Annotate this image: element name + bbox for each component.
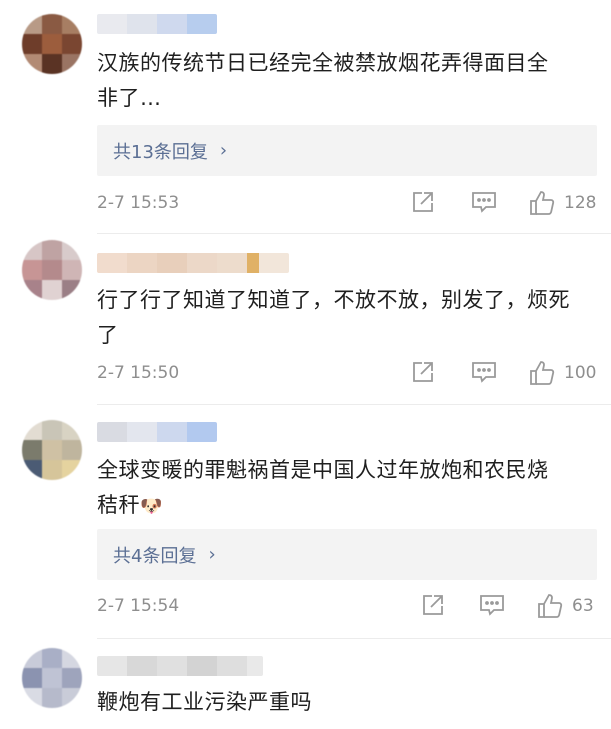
username[interactable] bbox=[97, 422, 217, 442]
like-button[interactable]: 63 bbox=[536, 592, 594, 620]
dog-emoji: 🐶 bbox=[140, 495, 163, 517]
chevron-right-icon: › bbox=[219, 140, 228, 161]
share-icon bbox=[413, 192, 433, 212]
timestamp: 2-7 15:53 bbox=[97, 193, 180, 213]
comment-icon bbox=[472, 192, 496, 213]
comment-button[interactable] bbox=[470, 189, 498, 215]
comment-text: 鞭炮有工业污染严重吗 bbox=[97, 690, 312, 714]
divider bbox=[97, 233, 611, 234]
chevron-right-icon: › bbox=[208, 544, 216, 565]
thumbs-up-icon bbox=[538, 594, 563, 618]
username[interactable] bbox=[97, 14, 217, 34]
comment-text: 全球变暖的罪魁祸首是中国人过年放炮和农民烧 秸秆🐶 bbox=[97, 453, 597, 524]
share-icon bbox=[423, 595, 443, 615]
comment-icon bbox=[480, 595, 504, 616]
avatar[interactable] bbox=[22, 240, 82, 300]
divider bbox=[97, 638, 611, 639]
avatar[interactable] bbox=[22, 14, 82, 74]
comment-text: 行了行了知道了知道了，不放不放，别发了，烦死 了 bbox=[97, 288, 570, 347]
comment-meta: 2-7 15:53 128 bbox=[97, 189, 597, 219]
comment-meta: 2-7 15:54 63 bbox=[97, 592, 597, 622]
like-count: 63 bbox=[572, 596, 594, 616]
comment-meta: 2-7 15:50 100 bbox=[97, 359, 597, 389]
comment-text: 汉族的传统节日已经完全被禁放烟花弄得面目全 非了… bbox=[97, 51, 549, 110]
share-button[interactable] bbox=[410, 189, 436, 215]
like-count: 128 bbox=[564, 193, 597, 213]
avatar[interactable] bbox=[22, 648, 82, 708]
divider bbox=[97, 404, 611, 405]
timestamp: 2-7 15:50 bbox=[97, 363, 180, 383]
comment-button[interactable] bbox=[470, 359, 498, 385]
username[interactable] bbox=[97, 253, 289, 273]
like-button[interactable]: 100 bbox=[528, 359, 596, 387]
avatar[interactable] bbox=[22, 420, 82, 480]
thumbs-up-icon bbox=[530, 361, 555, 385]
comment-icon bbox=[472, 362, 496, 383]
replies-button[interactable]: 共13条回复 › bbox=[97, 125, 597, 176]
username[interactable] bbox=[97, 656, 263, 676]
timestamp: 2-7 15:54 bbox=[97, 596, 180, 616]
like-count: 100 bbox=[564, 363, 597, 383]
thumbs-up-icon bbox=[530, 191, 555, 215]
share-icon bbox=[413, 362, 433, 382]
replies-button[interactable]: 共4条回复 › bbox=[97, 529, 597, 580]
comment-button[interactable] bbox=[478, 592, 506, 618]
share-button[interactable] bbox=[410, 359, 436, 385]
like-button[interactable]: 128 bbox=[528, 189, 596, 217]
replies-label: 共13条回复 bbox=[113, 141, 208, 163]
share-button[interactable] bbox=[420, 592, 446, 618]
replies-label: 共4条回复 bbox=[113, 545, 197, 567]
